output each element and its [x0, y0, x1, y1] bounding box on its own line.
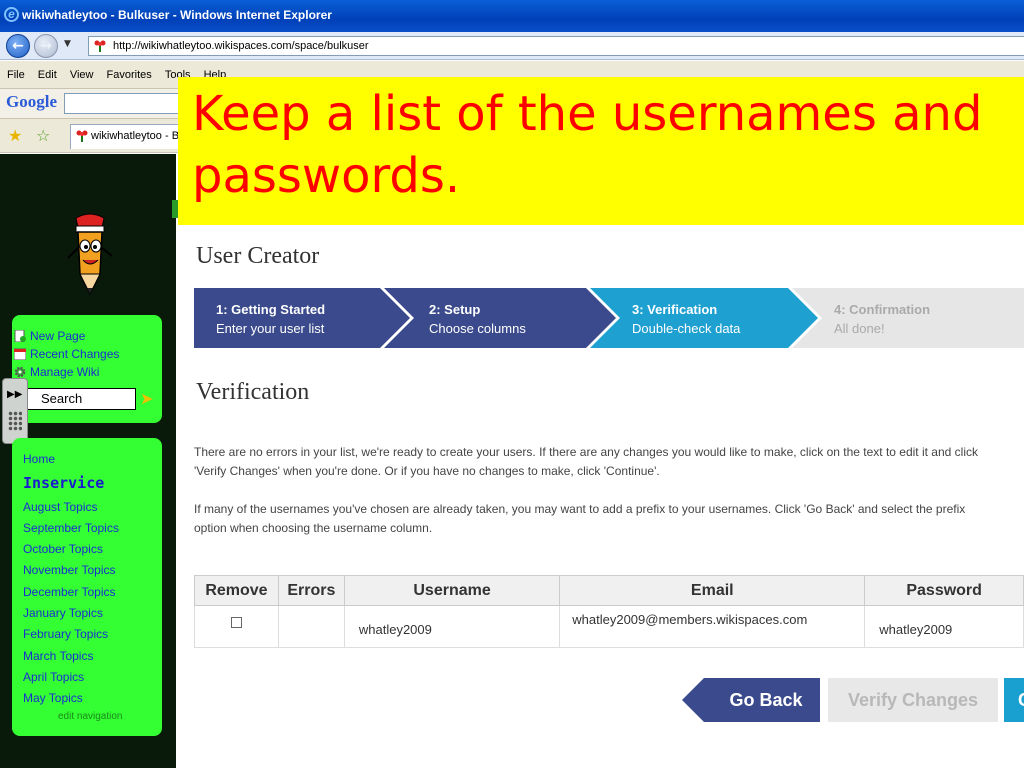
ie-logo-icon: e [4, 7, 19, 22]
col-password: Password [864, 575, 1024, 606]
instruction-callout: Keep a list of the usernames and password… [178, 77, 1024, 225]
col-remove: Remove [194, 575, 279, 606]
nav-link-january[interactable]: January Topics [23, 606, 103, 620]
manage-wiki-link[interactable]: Manage Wiki [14, 365, 99, 379]
col-errors: Errors [277, 575, 345, 606]
wiki-tools-box: New Page Recent Changes Manage Wiki Sear… [12, 315, 162, 423]
col-email: Email [559, 575, 866, 606]
remove-checkbox[interactable] [230, 617, 242, 628]
history-dropdown-icon[interactable]: ▼ [64, 39, 71, 49]
wizard-steps: 1: Getting Started Enter your user list 2… [194, 288, 1024, 348]
window-title: wikiwhatleytoo - Bulkuser - Windows Inte… [22, 8, 332, 22]
new-page-icon [14, 330, 26, 342]
callout-text: Keep a list of the usernames and password… [192, 86, 983, 204]
page-title: User Creator [196, 243, 320, 269]
table-row: whatley2009 whatley2009@members.wikispac… [194, 605, 1024, 648]
nav-link-february[interactable]: February Topics [23, 627, 108, 641]
google-search-input[interactable] [64, 93, 194, 114]
gear-icon [14, 366, 26, 378]
nav-link-august[interactable]: August Topics [23, 500, 98, 514]
wikispaces-favicon-icon [76, 130, 88, 142]
nav-link-may[interactable]: May Topics [23, 691, 83, 705]
user-creator-panel: User Creator 1: Getting Started Enter you… [176, 225, 1024, 768]
col-username: Username [343, 575, 561, 606]
menu-edit[interactable]: Edit [33, 61, 62, 89]
edit-navigation-link[interactable]: edit navigation [58, 711, 123, 722]
back-button[interactable]: ← [6, 34, 30, 58]
nav-link-september[interactable]: September Topics [23, 521, 119, 535]
window-titlebar: e wikiwhatleytoo - Bulkuser - Windows In… [0, 0, 1024, 32]
verification-instructions: There are no errors in your list, we're … [194, 445, 978, 478]
add-favorite-icon[interactable]: ☆ [36, 126, 50, 145]
expand-arrows-icon: ▶▶ [7, 389, 23, 400]
username-cell[interactable]: whatley2009 [343, 605, 561, 648]
wikispaces-favicon-icon [94, 40, 106, 52]
email-cell[interactable]: whatley2009@members.wikispaces.com [559, 605, 866, 648]
wiki-navigation-box: Home Inservice August Topics September T… [12, 438, 162, 736]
nav-link-inservice[interactable]: Inservice [23, 474, 104, 492]
wizard-steps-background [194, 288, 1024, 348]
password-cell[interactable]: whatley2009 [864, 605, 1024, 648]
forward-button[interactable]: → [34, 34, 58, 58]
go-back-button[interactable]: Go Back [682, 678, 820, 722]
address-bar: ← → ▼ http://wikiwhatleytoo.wikispaces.c… [0, 32, 1024, 60]
nav-link-october[interactable]: October Topics [23, 542, 103, 556]
google-logo: Google [6, 92, 57, 111]
nav-link-april[interactable]: April Topics [23, 670, 84, 684]
prefix-hint: If many of the usernames you've chosen a… [194, 502, 966, 535]
user-table: Remove Errors Username Email Password wh… [194, 575, 1024, 648]
drag-grip-icon [8, 411, 22, 431]
url-field[interactable]: http://wikiwhatleytoo.wikispaces.com/spa… [88, 36, 1024, 56]
menu-file[interactable]: File [0, 61, 30, 89]
section-title: Verification [196, 379, 310, 405]
nav-link-december[interactable]: December Topics [23, 585, 115, 599]
calendar-icon [14, 348, 26, 360]
menu-view[interactable]: View [65, 61, 99, 89]
continue-button[interactable]: Continue [1004, 678, 1024, 722]
menu-favorites[interactable]: Favorites [102, 61, 157, 89]
sidebar-collapse-handle[interactable]: ▶▶ [2, 378, 28, 444]
new-page-link[interactable]: New Page [14, 329, 85, 343]
url-text: http://wikiwhatleytoo.wikispaces.com/spa… [113, 40, 369, 52]
nav-link-november[interactable]: November Topics [23, 563, 115, 577]
errors-cell [277, 605, 345, 648]
recent-changes-link[interactable]: Recent Changes [14, 347, 119, 361]
verify-changes-button[interactable]: Verify Changes [828, 678, 998, 722]
pencil-mascot-icon [67, 213, 113, 296]
nav-link-march[interactable]: March Topics [23, 649, 93, 663]
search-go-arrow-icon[interactable]: ➤ [140, 391, 158, 407]
remove-cell [194, 605, 279, 648]
wiki-search-input[interactable]: Search [24, 388, 136, 410]
favorites-star-icon[interactable]: ★ [8, 126, 22, 145]
nav-link-home[interactable]: Home [23, 452, 55, 466]
